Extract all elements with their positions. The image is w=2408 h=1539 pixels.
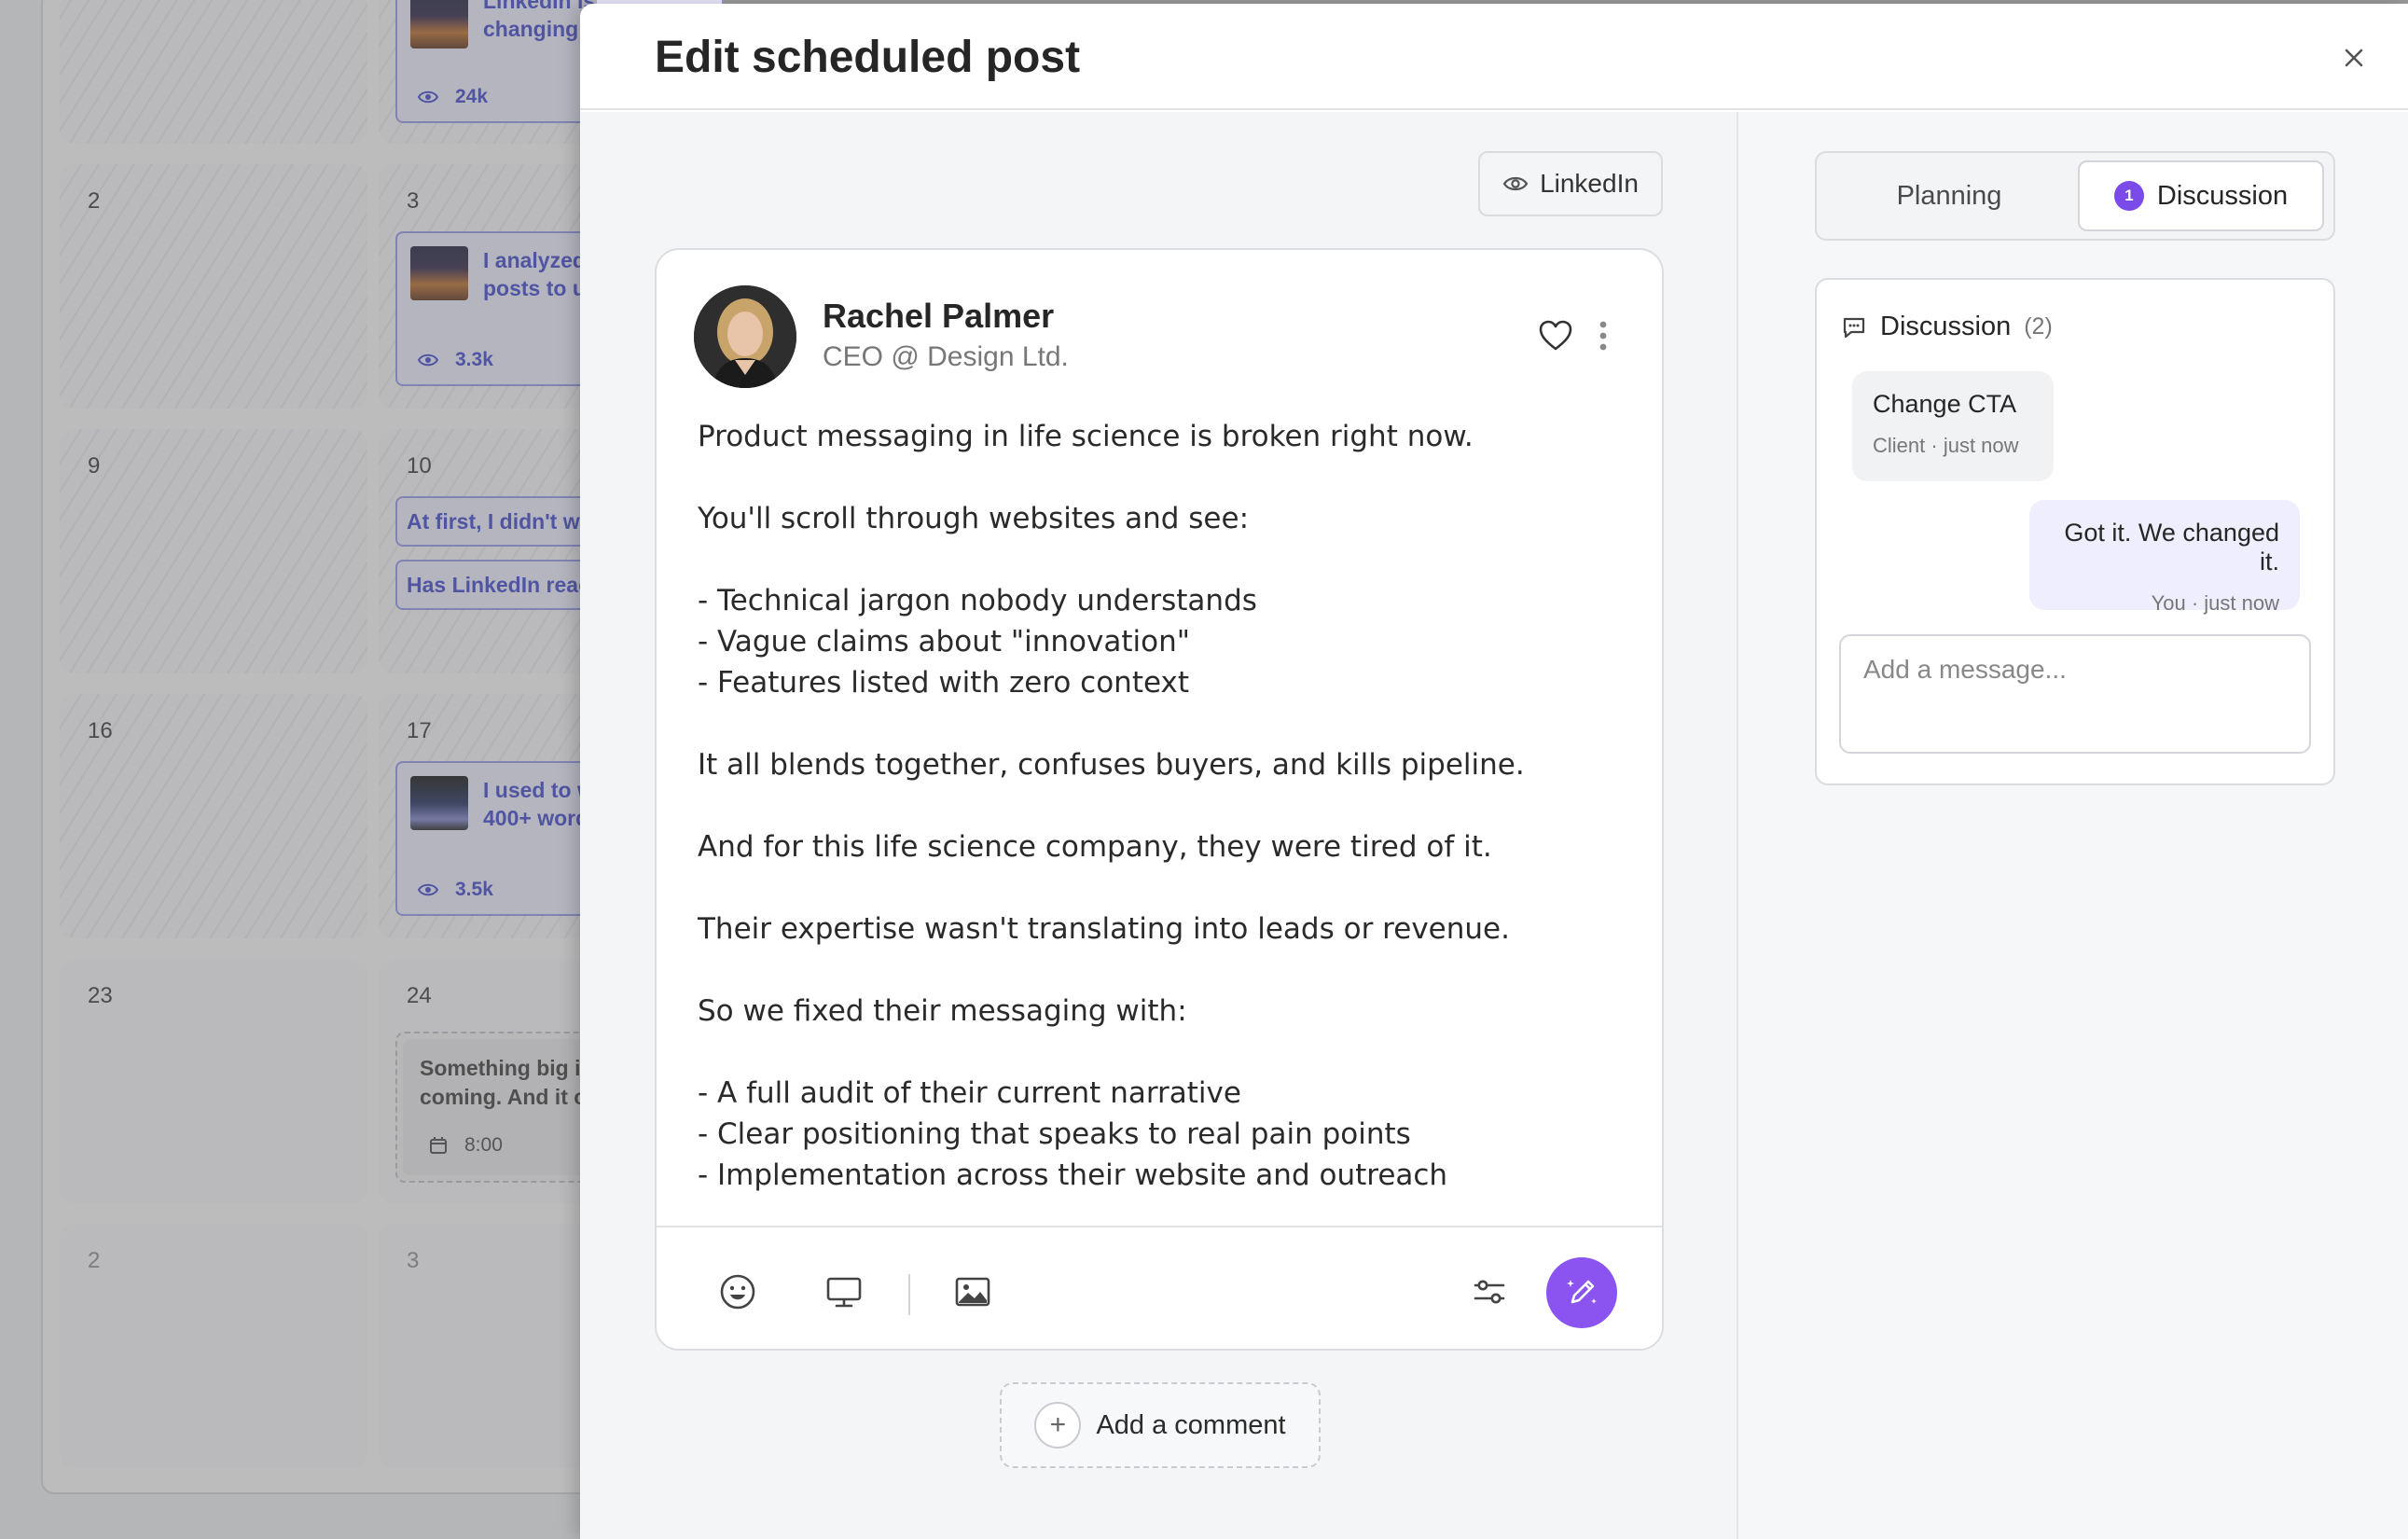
message-text: Change CTA [1873, 390, 2017, 418]
like-button[interactable] [1537, 317, 1574, 354]
eye-icon [1502, 176, 1529, 191]
unread-badge: 1 [2113, 181, 2144, 211]
tab-discussion[interactable]: 1 Discussion [2078, 160, 2324, 231]
image-icon [955, 1277, 990, 1307]
tab-label: Planning [1896, 180, 2002, 211]
chat-bubble-icon [1843, 317, 1865, 338]
emoji-button[interactable] [718, 1272, 757, 1311]
post-preview-card: Rachel Palmer CEO @ Design Ltd. Product … [655, 248, 1664, 1351]
avatar [694, 285, 796, 388]
message-bubble-incoming: Change CTA Client · just now [1852, 371, 2054, 481]
message-bubble-outgoing: Got it. We changed it. You · just now [2029, 500, 2300, 615]
magic-pencil-icon [1567, 1280, 1597, 1304]
discussion-panel: Discussion (2) Change CTA Client · just … [1815, 278, 2335, 785]
drawer-title: Edit scheduled post [655, 33, 1081, 82]
editor-toolbar [657, 1226, 1662, 1349]
post-text[interactable]: Product messaging in life science is bro… [698, 416, 1630, 1196]
discussion-header: Discussion (2) [1841, 312, 2053, 342]
close-button[interactable] [2337, 41, 2371, 75]
tab-label: Discussion [2156, 180, 2289, 211]
toolbar-divider [908, 1274, 910, 1315]
side-panel: Planning 1 Discussion Discussion (2) Cha… [1738, 112, 2408, 1539]
message-text: Got it. We changed it. [2064, 519, 2279, 575]
drawer-header: Edit scheduled post [580, 4, 2408, 110]
emoji-icon [720, 1274, 755, 1310]
side-panel-tabs: Planning 1 Discussion [1815, 151, 2335, 241]
post-settings-button[interactable] [1470, 1272, 1509, 1311]
add-image-button[interactable] [953, 1272, 992, 1311]
message-author: Client [1873, 434, 1926, 457]
author-name: Rachel Palmer [823, 297, 1055, 335]
tab-planning[interactable]: Planning [1826, 160, 2072, 231]
preview-label: LinkedIn [1540, 169, 1639, 198]
ai-rewrite-button[interactable] [1546, 1257, 1617, 1328]
desktop-preview-button[interactable] [824, 1272, 864, 1311]
edit-post-drawer: Edit scheduled post LinkedIn Rachel Palm… [580, 4, 2408, 1539]
monitor-icon [826, 1277, 862, 1308]
heart-icon [1539, 320, 1572, 351]
discussion-title: Discussion [1880, 312, 2012, 341]
message-time: just now [2204, 591, 2279, 615]
modal-backdrop[interactable] [0, 0, 597, 1539]
add-comment-button[interactable]: + Add a comment [1000, 1382, 1321, 1468]
more-options-button[interactable] [1589, 317, 1617, 354]
sliders-icon [1474, 1280, 1505, 1304]
add-comment-label: Add a comment [1096, 1409, 1286, 1440]
more-vertical-icon [1599, 321, 1607, 351]
linkedin-preview-button[interactable]: LinkedIn [1478, 151, 1663, 216]
message-time: just now [1943, 434, 2019, 457]
message-input[interactable] [1839, 634, 2311, 754]
plus-icon: + [1034, 1402, 1082, 1449]
post-body[interactable]: Product messaging in life science is bro… [698, 416, 1630, 1226]
author-role: CEO @ Design Ltd. [823, 341, 1069, 372]
message-meta: You · just now [2151, 591, 2279, 615]
avatar-portrait [694, 285, 796, 388]
discussion-count: (2) [2024, 313, 2053, 340]
message-author: You [2151, 591, 2186, 615]
post-editor-pane: LinkedIn Rachel Palmer CEO @ Design Ltd. [580, 112, 1737, 1539]
message-meta: Client · just now [1873, 434, 2019, 457]
close-icon [2345, 49, 2363, 67]
